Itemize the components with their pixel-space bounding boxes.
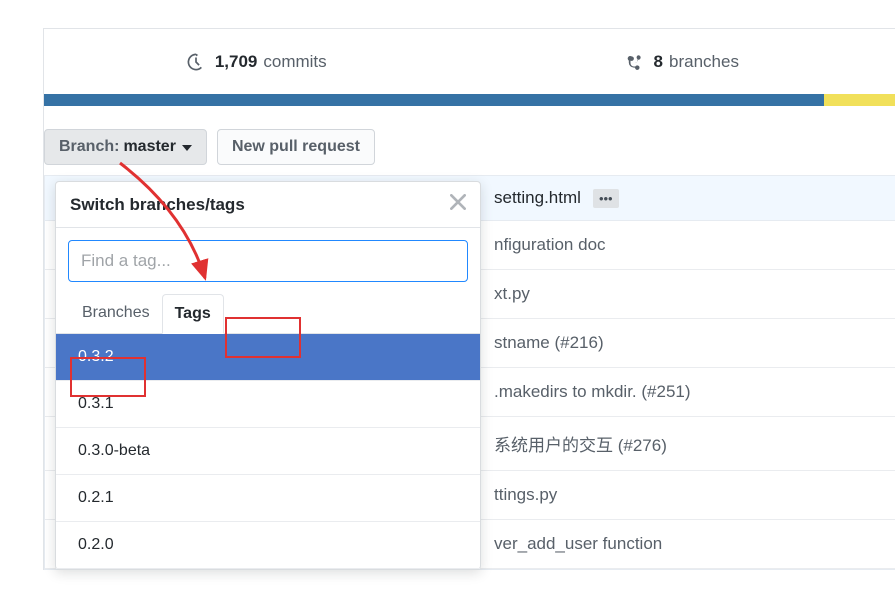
tab-branches[interactable]: Branches xyxy=(70,294,162,333)
branch-icon xyxy=(626,53,644,71)
tag-item[interactable]: 0.3.1 xyxy=(56,381,480,428)
tag-item[interactable]: 0.2.0 xyxy=(56,522,480,569)
close-icon[interactable] xyxy=(450,194,466,215)
commit-ellipsis-button[interactable]: ••• xyxy=(593,189,619,208)
tag-item[interactable]: 0.3.2 xyxy=(56,334,480,381)
stat-commits[interactable]: 1,709 commits xyxy=(44,29,470,94)
branch-select-button[interactable]: Branch: master xyxy=(44,129,207,165)
branches-label: branches xyxy=(669,52,739,72)
branch-tag-dropdown: Switch branches/tags Branches Tags 0.3.2… xyxy=(55,181,481,570)
language-bar xyxy=(44,94,895,106)
dropdown-title: Switch branches/tags xyxy=(70,195,245,215)
branches-count: 8 xyxy=(654,52,663,72)
new-pr-label: New pull request xyxy=(232,138,360,156)
tab-tags[interactable]: Tags xyxy=(162,294,224,334)
branch-prefix: Branch: xyxy=(59,138,119,156)
tag-item[interactable]: 0.3.0-beta xyxy=(56,428,480,475)
commits-label: commits xyxy=(263,52,326,72)
new-pull-request-button[interactable]: New pull request xyxy=(217,129,375,165)
stat-branches[interactable]: 8 branches xyxy=(470,29,895,94)
commit-file: setting.html xyxy=(494,188,581,208)
history-icon xyxy=(187,53,205,71)
tag-search-input[interactable] xyxy=(68,240,468,282)
tag-item[interactable]: 0.2.1 xyxy=(56,475,480,522)
branch-value: master xyxy=(123,138,175,156)
commits-count: 1,709 xyxy=(215,52,258,72)
caret-down-icon xyxy=(182,138,192,156)
